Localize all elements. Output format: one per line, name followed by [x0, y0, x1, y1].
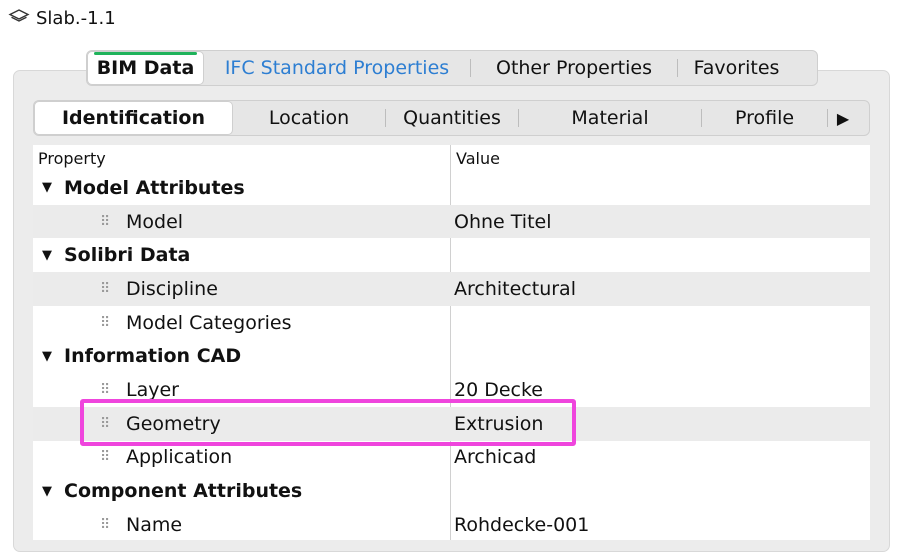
property-cell: ⠿ Model Categories [33, 306, 292, 340]
property-value: Ohne Titel [454, 210, 552, 233]
drag-handle-icon[interactable]: ⠿ [100, 214, 110, 230]
property-value: Rohdecke-001 [454, 513, 590, 536]
property-value: Extrusion [454, 412, 544, 435]
window-title-bar: Slab.-1.1 [8, 6, 116, 30]
table-row[interactable]: ⠿ Model Ohne Titel [33, 204, 870, 239]
tab-identification[interactable]: Identification [34, 101, 233, 135]
property-name: Application [126, 446, 233, 469]
property-name: Discipline [126, 277, 218, 300]
property-cell: ⠿ Model [33, 205, 183, 239]
drag-handle-icon[interactable]: ⠿ [100, 449, 110, 465]
property-name: Model Attributes [64, 176, 245, 199]
group-row[interactable]: ▼ Model Attributes [33, 171, 870, 205]
property-value: Architectural [454, 277, 576, 300]
table-row[interactable]: ⠿ Discipline Architectural [33, 272, 870, 306]
property-name: Layer [126, 378, 179, 401]
tab-favorites[interactable]: Favorites [678, 51, 795, 85]
tab-material[interactable]: Material [519, 101, 701, 135]
table-header: Property Value [33, 145, 870, 171]
drag-handle-icon[interactable]: ⠿ [100, 315, 110, 331]
property-name: Model [126, 210, 184, 233]
drag-handle-icon[interactable]: ⠿ [100, 416, 110, 432]
expand-triangle-icon[interactable]: ▼ [40, 349, 54, 364]
layers-icon [8, 8, 30, 29]
group-row[interactable]: ▼ Information CAD [33, 339, 870, 373]
more-tabs-arrow-icon[interactable]: ▶ [828, 109, 858, 128]
tab-location[interactable]: Location [233, 101, 385, 135]
column-header-value[interactable]: Value [456, 149, 500, 168]
property-cell: ▼ Solibri Data [33, 238, 190, 272]
property-cell: ▼ Component Attributes [33, 474, 302, 508]
property-cell: ⠿ Geometry [33, 407, 221, 441]
property-name: Information CAD [64, 345, 242, 368]
property-name: Geometry [126, 412, 221, 435]
group-row[interactable]: ▼ Component Attributes [33, 474, 870, 508]
property-name: Model Categories [126, 311, 292, 334]
tab-ifc-standard-properties[interactable]: IFC Standard Properties [204, 51, 470, 85]
expand-triangle-icon[interactable]: ▼ [40, 484, 54, 499]
property-value: 20 Decke [454, 378, 543, 401]
property-value: Archicad [454, 446, 537, 469]
drag-handle-icon[interactable]: ⠿ [100, 382, 110, 398]
expand-triangle-icon[interactable]: ▼ [40, 248, 54, 263]
property-cell: ▼ Information CAD [33, 339, 241, 373]
top-tab-bar: BIM Data IFC Standard Properties Other P… [86, 50, 818, 86]
table-rows: ▼ Model Attributes ⠿ Model Ohne Titel ▼ Solibr… [33, 171, 870, 542]
window-title: Slab.-1.1 [36, 7, 116, 29]
table-row[interactable]: ⠿ Application Archicad [33, 441, 870, 475]
tab-other-properties[interactable]: Other Properties [471, 51, 677, 85]
column-header-property[interactable]: Property [38, 149, 106, 168]
tab-bim-data[interactable]: BIM Data [87, 51, 204, 85]
property-name: Name [126, 513, 183, 536]
property-table: Property Value ▼ Model Attributes ⠿ Model Oh… [33, 145, 870, 540]
table-row[interactable]: ⠿ Geometry Extrusion [33, 406, 870, 441]
property-cell: ⠿ Name [33, 508, 182, 542]
drag-handle-icon[interactable]: ⠿ [100, 517, 110, 533]
drag-handle-icon[interactable]: ⠿ [100, 281, 110, 297]
group-row[interactable]: ▼ Solibri Data [33, 238, 870, 272]
property-cell: ⠿ Discipline [33, 272, 218, 306]
table-row[interactable]: ⠿ Layer 20 Decke [33, 373, 870, 407]
table-row[interactable]: ⠿ Model Categories [33, 306, 870, 340]
property-cell: ⠿ Layer [33, 373, 179, 407]
tab-quantities[interactable]: Quantities [386, 101, 518, 135]
table-row[interactable]: ⠿ Name Rohdecke-001 [33, 508, 870, 542]
sub-tab-bar: Identification Location Quantities Mater… [33, 100, 870, 136]
property-name: Component Attributes [64, 480, 303, 503]
property-cell: ▼ Model Attributes [33, 171, 245, 205]
property-name: Solibri Data [64, 244, 191, 267]
property-cell: ⠿ Application [33, 441, 232, 475]
expand-triangle-icon[interactable]: ▼ [40, 180, 54, 195]
tab-profile[interactable]: Profile [702, 101, 827, 135]
